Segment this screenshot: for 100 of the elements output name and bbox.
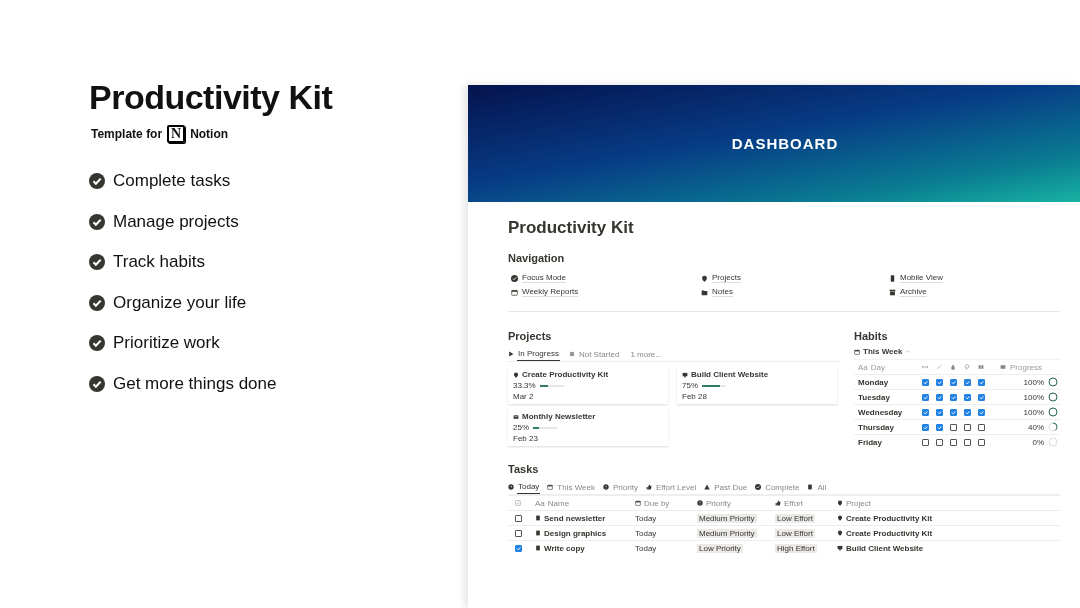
feature-text: Complete tasks bbox=[113, 171, 231, 191]
column-header: Effort bbox=[784, 498, 803, 508]
page-icon bbox=[535, 515, 541, 521]
banner-title: DASHBOARD bbox=[730, 135, 839, 152]
checkbox[interactable] bbox=[936, 393, 943, 401]
checkbox[interactable] bbox=[964, 438, 971, 446]
column-header: Progress bbox=[1010, 362, 1042, 372]
nav-link[interactable]: Projects bbox=[712, 273, 741, 283]
checkbox[interactable] bbox=[922, 393, 929, 401]
arrows-icon bbox=[922, 364, 928, 370]
calendar-icon bbox=[635, 500, 641, 506]
checkbox[interactable] bbox=[978, 423, 985, 431]
checkbox[interactable] bbox=[964, 423, 971, 431]
view-tab[interactable]: Effort Level bbox=[654, 480, 698, 494]
project-card[interactable]: Monthly Newsletter 25% Feb 23 bbox=[508, 408, 668, 446]
day-cell-text: Thursday bbox=[858, 422, 895, 432]
day-cell-text: Tuesday bbox=[858, 392, 891, 402]
view-tab[interactable]: All bbox=[816, 480, 828, 494]
column-header: Project bbox=[846, 498, 871, 508]
progress-text: 40% bbox=[1028, 422, 1044, 432]
checkbox[interactable] bbox=[950, 408, 957, 416]
clock-icon bbox=[508, 484, 514, 490]
column-header: Day bbox=[870, 362, 886, 372]
due-date: Mar 2 bbox=[513, 392, 535, 401]
progress-text: 33.3% bbox=[513, 381, 536, 390]
warning-icon bbox=[704, 484, 711, 490]
effort-tag: Low Effort bbox=[775, 528, 815, 538]
feature-text: Organize your life bbox=[113, 292, 247, 313]
checkbox[interactable] bbox=[936, 378, 943, 386]
checkbox[interactable] bbox=[515, 529, 522, 537]
feature-text: Get more things done bbox=[113, 373, 277, 394]
check-circle-icon bbox=[89, 375, 105, 392]
chevron-icon bbox=[905, 349, 911, 354]
view-tab[interactable]: 1 more... bbox=[629, 347, 663, 361]
checkbox[interactable] bbox=[922, 423, 929, 431]
view-tab[interactable]: Today bbox=[517, 480, 541, 494]
project-link[interactable]: Create Productivity Kit bbox=[846, 528, 933, 538]
priority-tag: Medium Priority bbox=[697, 513, 757, 523]
checkbox[interactable] bbox=[922, 378, 929, 386]
headline: Productivity Kit bbox=[89, 78, 334, 117]
view-tab[interactable]: This Week bbox=[556, 480, 596, 494]
checkbox[interactable] bbox=[515, 544, 522, 552]
task-name: Write copy bbox=[544, 543, 585, 553]
pin-icon bbox=[513, 371, 519, 378]
checkbox[interactable] bbox=[936, 438, 943, 446]
nav-link[interactable]: Notes bbox=[712, 287, 733, 297]
monitor-icon bbox=[682, 371, 688, 378]
checkbox[interactable] bbox=[978, 408, 985, 416]
check-circle-icon bbox=[511, 274, 518, 282]
nav-link[interactable]: Mobile View bbox=[900, 273, 943, 283]
table-cell-text: Today bbox=[635, 513, 658, 523]
checkbox[interactable] bbox=[978, 438, 985, 446]
view-tab[interactable]: Complete bbox=[764, 480, 801, 494]
project-card[interactable]: Create Productivity Kit 33.3% Mar 2 bbox=[508, 366, 668, 404]
task-name: Design graphics bbox=[544, 528, 607, 538]
project-link[interactable]: Create Productivity Kit bbox=[846, 513, 933, 523]
project-name: Create Productivity Kit bbox=[522, 370, 609, 379]
pen-icon bbox=[936, 364, 942, 370]
section-heading: Projects bbox=[508, 330, 552, 342]
checkbox[interactable] bbox=[515, 514, 522, 522]
checkbox[interactable] bbox=[950, 438, 957, 446]
section-heading: Habits bbox=[854, 330, 888, 342]
checkbox[interactable] bbox=[950, 378, 957, 386]
checkbox[interactable] bbox=[922, 408, 929, 416]
checkbox[interactable] bbox=[950, 423, 957, 431]
effort-tag: High Effort bbox=[775, 543, 817, 553]
checkbox[interactable] bbox=[950, 393, 957, 401]
calendar-icon bbox=[511, 288, 518, 296]
view-tab[interactable]: Not Started bbox=[577, 347, 621, 361]
nav-link[interactable]: Weekly Reports bbox=[522, 287, 579, 297]
page-icon bbox=[535, 545, 541, 551]
pin-icon bbox=[837, 530, 843, 536]
checkbox[interactable] bbox=[978, 378, 985, 386]
checkbox[interactable] bbox=[964, 408, 971, 416]
progress-text: 100% bbox=[1023, 377, 1044, 387]
progress-text: 75% bbox=[682, 381, 698, 390]
column-icon: Aa bbox=[858, 362, 868, 372]
progress-text: 25% bbox=[513, 423, 529, 432]
view-tab[interactable]: Past Due bbox=[713, 480, 749, 494]
page-icon bbox=[535, 530, 541, 536]
checkbox[interactable] bbox=[936, 423, 943, 431]
progress-text: 100% bbox=[1023, 407, 1044, 417]
exclamation-icon bbox=[697, 500, 703, 506]
checkbox[interactable] bbox=[922, 438, 929, 446]
nav-link[interactable]: Focus Mode bbox=[522, 273, 567, 283]
table-cell-text: Today bbox=[635, 543, 658, 553]
nav-link[interactable]: Archive bbox=[900, 287, 927, 297]
view-tab[interactable]: Priority bbox=[612, 480, 639, 494]
project-card[interactable]: Build Client Website 75% Feb 28 bbox=[677, 366, 837, 404]
view-selector[interactable]: This Week bbox=[863, 347, 903, 356]
effort-tag: Low Effort bbox=[775, 513, 815, 523]
view-tab[interactable]: In Progress bbox=[517, 347, 560, 361]
checkbox[interactable] bbox=[936, 408, 943, 416]
checkbox[interactable] bbox=[964, 378, 971, 386]
page-title: Productivity Kit bbox=[508, 218, 635, 238]
progress-text: 100% bbox=[1023, 392, 1044, 402]
project-link[interactable]: Build Client Website bbox=[846, 543, 924, 553]
checkbox[interactable] bbox=[964, 393, 971, 401]
checkbox[interactable] bbox=[978, 393, 985, 401]
calendar-icon bbox=[854, 348, 860, 355]
